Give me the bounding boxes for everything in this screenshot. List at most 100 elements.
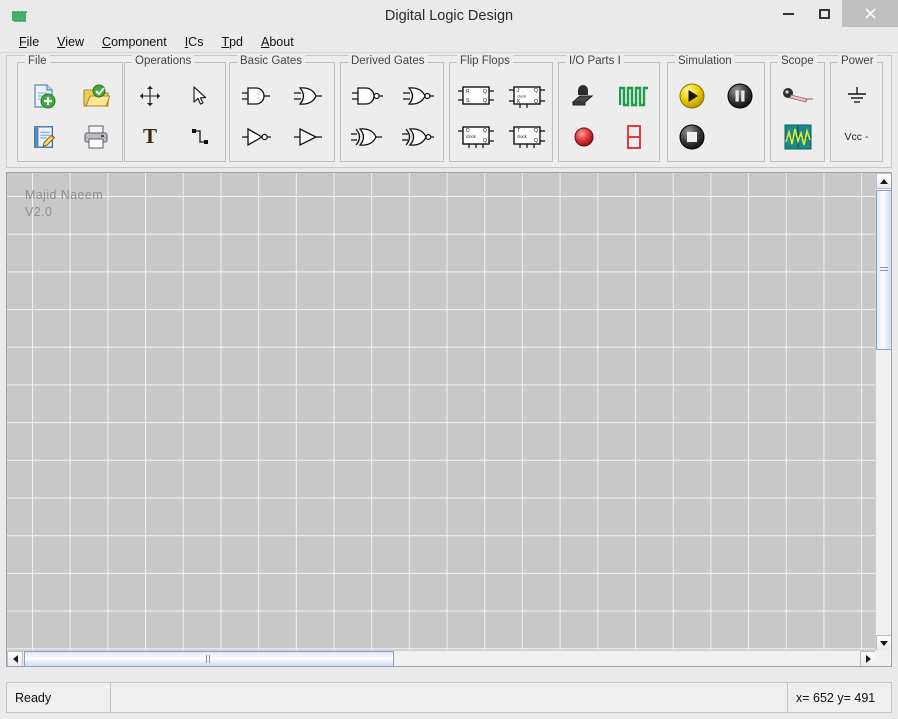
maximize-icon xyxy=(818,8,830,19)
and-gate-icon[interactable] xyxy=(235,77,277,115)
d-flipflop-icon[interactable]: D clock Q Q xyxy=(455,118,497,156)
triangle-up-icon xyxy=(880,178,888,184)
title-bar: Digital Logic Design xyxy=(0,0,898,31)
menu-item-tpd[interactable]: Tpd xyxy=(212,33,252,51)
not-gate-icon[interactable] xyxy=(235,118,277,156)
vertical-scrollbar[interactable] xyxy=(875,173,891,651)
status-message: Ready xyxy=(6,682,111,713)
svg-text:R: R xyxy=(466,89,470,95)
scroll-grip-icon xyxy=(880,267,888,273)
toolgroup-operations-label: Operations xyxy=(132,55,195,67)
toolgroup-basic-gates-label: Basic Gates xyxy=(237,55,305,67)
menu-item-file[interactable]: File xyxy=(10,33,48,51)
ground-icon[interactable] xyxy=(836,77,878,115)
sr-flipflop-icon[interactable]: R S Q Q xyxy=(455,77,497,115)
move-icon[interactable] xyxy=(129,77,171,115)
toolgroup-io-parts-label: I/O Parts I xyxy=(566,55,624,67)
horizontal-scrollbar-thumb[interactable] xyxy=(24,651,394,666)
menu-item-ics[interactable]: ICs xyxy=(176,33,213,51)
app-waveform-icon xyxy=(0,0,30,31)
vcc-icon[interactable]: Vcc - xyxy=(836,118,878,156)
svg-text:Q: Q xyxy=(483,89,487,95)
status-coordinates: x= 652 y= 491 xyxy=(787,682,892,713)
led-icon[interactable] xyxy=(563,118,605,156)
svg-text:clock: clock xyxy=(517,93,526,98)
menu-item-component[interactable]: Component xyxy=(93,33,176,51)
open-folder-icon[interactable] xyxy=(75,77,117,115)
scroll-right-button[interactable] xyxy=(860,651,876,666)
new-file-icon[interactable] xyxy=(23,77,65,115)
buffer-gate-icon[interactable] xyxy=(287,118,329,156)
pause-button-icon[interactable] xyxy=(719,77,761,115)
print-icon[interactable] xyxy=(75,118,117,156)
window-controls xyxy=(770,0,898,27)
or-gate-icon[interactable] xyxy=(287,77,329,115)
waveform-scope-icon[interactable] xyxy=(777,118,819,156)
nand-gate-icon[interactable] xyxy=(346,77,388,115)
text-tool-icon[interactable]: T xyxy=(129,118,171,156)
toolgroup-flip-flops-label: Flip Flops xyxy=(457,55,513,67)
vcc-label: Vcc - xyxy=(844,130,869,143)
window-title: Digital Logic Design xyxy=(384,7,514,24)
scroll-left-button[interactable] xyxy=(7,651,23,666)
toolgroup-basic-gates: Basic Gates xyxy=(229,55,335,162)
select-cursor-icon[interactable] xyxy=(179,77,221,115)
toolgroup-io-parts: I/O Parts I xyxy=(558,55,660,162)
svg-text:Q: Q xyxy=(534,88,538,94)
stop-button-icon[interactable] xyxy=(671,118,713,156)
seven-segment-icon[interactable] xyxy=(613,118,655,156)
probe-icon[interactable] xyxy=(777,77,819,115)
status-middle-panel xyxy=(110,682,788,713)
svg-text:Q: Q xyxy=(483,98,487,104)
toolgroup-file: File xyxy=(17,55,123,162)
toolgroup-file-label: File xyxy=(25,55,50,67)
menu-item-view[interactable]: View xyxy=(48,33,93,51)
text-tool-glyph: T xyxy=(142,124,157,148)
vertical-scrollbar-thumb[interactable] xyxy=(876,190,891,350)
canvas-watermark: Majid Naeem V2.0 xyxy=(25,187,103,221)
save-file-icon[interactable] xyxy=(23,118,65,156)
horizontal-scrollbar[interactable] xyxy=(7,650,876,666)
svg-text:clock: clock xyxy=(466,134,477,139)
play-button-icon[interactable] xyxy=(671,77,713,115)
xor-gate-icon[interactable] xyxy=(346,118,388,156)
watermark-author: Majid Naeem xyxy=(25,188,104,202)
toolbar: File Operations T Basic Gates Derived Ga… xyxy=(6,55,892,168)
toolgroup-power: Power Vcc - xyxy=(830,55,883,162)
svg-text:Q: Q xyxy=(483,138,487,144)
svg-text:Q: Q xyxy=(483,128,487,134)
triangle-left-icon xyxy=(12,655,18,663)
t-flipflop-icon[interactable]: T clock Q Q xyxy=(506,118,548,156)
xnor-gate-icon[interactable] xyxy=(397,118,439,156)
menu-bar: File View Component ICs Tpd About xyxy=(0,31,898,53)
toolgroup-power-label: Power xyxy=(838,55,877,67)
close-icon xyxy=(864,8,876,19)
toolgroup-derived-gates: Derived Gates xyxy=(340,55,444,162)
toolgroup-simulation: Simulation xyxy=(667,55,765,162)
scrollbar-corner xyxy=(875,650,891,666)
svg-text:Q: Q xyxy=(534,99,538,105)
clock-source-icon[interactable] xyxy=(613,77,655,115)
close-button[interactable] xyxy=(842,0,898,27)
svg-text:Q: Q xyxy=(534,128,538,134)
scroll-up-button[interactable] xyxy=(876,173,891,189)
svg-text:Q: Q xyxy=(534,138,538,144)
toolgroup-derived-gates-label: Derived Gates xyxy=(348,55,428,67)
jk-flipflop-icon[interactable]: J clock K Q Q xyxy=(506,77,548,115)
scroll-grip-icon xyxy=(206,655,212,663)
nor-gate-icon[interactable] xyxy=(397,77,439,115)
toolgroup-flip-flops: Flip Flops R S Q Q J clock K Q Q D clock… xyxy=(449,55,553,162)
toolgroup-scope-label: Scope xyxy=(778,55,817,67)
menu-item-about[interactable]: About xyxy=(252,33,303,51)
toolgroup-simulation-label: Simulation xyxy=(675,55,735,67)
minimize-button[interactable] xyxy=(770,0,806,27)
maximize-button[interactable] xyxy=(806,0,842,27)
push-button-icon[interactable] xyxy=(563,77,605,115)
scroll-down-button[interactable] xyxy=(876,635,891,651)
design-canvas[interactable]: Majid Naeem V2.0 xyxy=(7,173,876,651)
minimize-icon xyxy=(782,12,794,15)
design-canvas-frame: Majid Naeem V2.0 xyxy=(6,172,892,667)
triangle-right-icon xyxy=(865,655,871,663)
wire-tool-icon[interactable] xyxy=(179,118,221,156)
watermark-version: V2.0 xyxy=(25,205,53,219)
